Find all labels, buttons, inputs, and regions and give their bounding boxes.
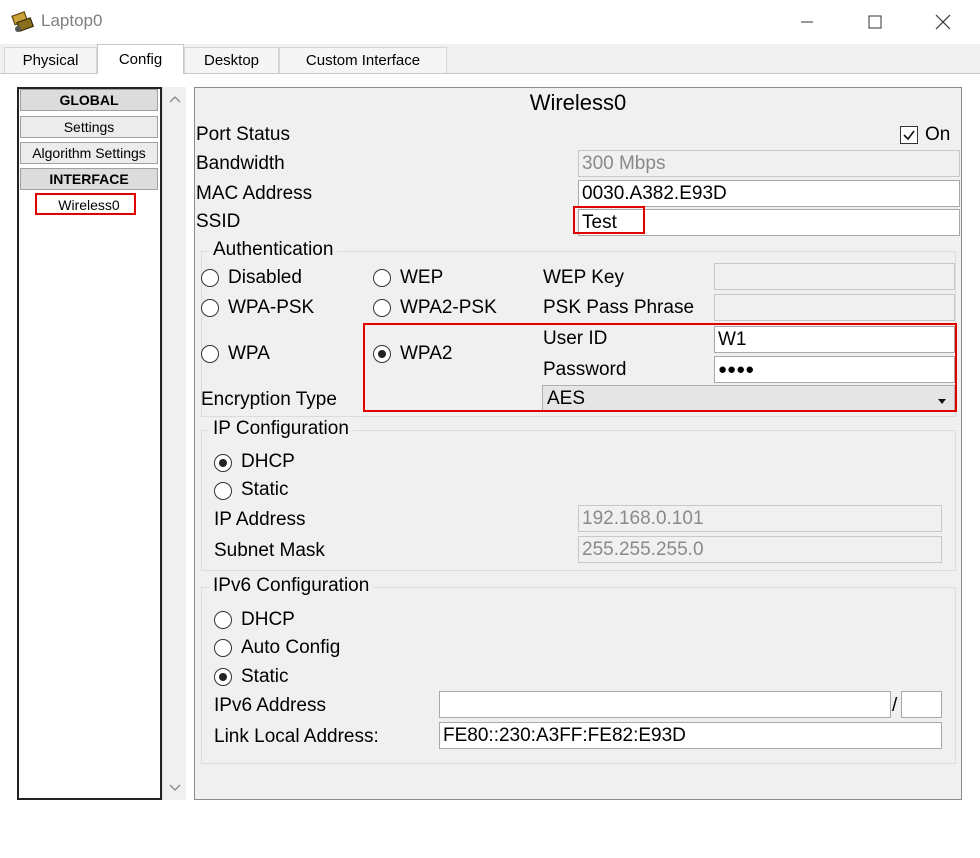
ipv6-address-input[interactable] <box>439 691 891 718</box>
ip-address-label: IP Address <box>214 509 306 530</box>
mac-address-input[interactable]: 0030.A382.E93D <box>578 180 960 207</box>
password-input[interactable]: ●●●● <box>714 356 955 383</box>
bandwidth-field: 300 Mbps <box>578 150 960 177</box>
window-title: Laptop0 <box>41 11 103 30</box>
psk-pass-phrase-label: PSK Pass Phrase <box>543 297 695 318</box>
link-local-address-field: FE80::230:A3FF:FE82:E93D <box>439 722 942 749</box>
chevron-down-icon[interactable] <box>936 393 948 411</box>
sidebar-scrollbar[interactable] <box>162 87 186 800</box>
tab-custom-interface[interactable]: Custom Interface <box>279 47 447 73</box>
auth-wpa2-radio[interactable] <box>373 345 391 363</box>
close-button[interactable] <box>920 0 966 44</box>
ip-dhcp-radio[interactable] <box>214 454 232 472</box>
auth-wpa-radio[interactable] <box>201 345 219 363</box>
ipv6-configuration-title: IPv6 Configuration <box>209 575 374 597</box>
ssid-label: SSID <box>196 211 241 232</box>
ipv6-address-label: IPv6 Address <box>214 695 326 716</box>
auth-wep-radio[interactable] <box>373 269 391 287</box>
psk-pass-phrase-input[interactable] <box>714 294 955 321</box>
encryption-type-select[interactable]: AES <box>542 385 955 412</box>
ip-address-input[interactable]: 192.168.0.101 <box>578 505 942 532</box>
ip-configuration-title: IP Configuration <box>209 418 353 440</box>
ipv6-auto-config-radio[interactable] <box>214 639 232 657</box>
subnet-mask-label: Subnet Mask <box>214 540 325 561</box>
scroll-up-icon[interactable] <box>163 87 187 111</box>
user-id-input[interactable]: W1 <box>714 326 955 353</box>
tab-config[interactable]: Config <box>97 44 184 74</box>
auth-wpa-psk-radio[interactable] <box>201 299 219 317</box>
authentication-title: Authentication <box>209 239 338 261</box>
port-status-on-label: On <box>925 124 951 145</box>
link-local-address-label: Link Local Address: <box>214 726 379 747</box>
title-bar <box>0 0 980 44</box>
ipv6-dhcp-label: DHCP <box>241 609 295 630</box>
auth-wep-label: WEP <box>400 267 444 288</box>
ip-static-radio[interactable] <box>214 482 232 500</box>
auth-wpa2-label: WPA2 <box>400 343 453 364</box>
ip-dhcp-label: DHCP <box>241 451 295 472</box>
port-status-checkbox[interactable] <box>900 126 918 144</box>
close-icon <box>935 14 951 30</box>
maximize-button[interactable] <box>852 0 898 44</box>
tab-physical[interactable]: Physical <box>4 47 97 73</box>
bandwidth-label: Bandwidth <box>196 153 285 174</box>
wep-key-label: WEP Key <box>543 267 624 288</box>
laptop-app-icon <box>10 9 36 35</box>
minimize-icon <box>801 21 813 23</box>
ipv6-auto-config-label: Auto Config <box>241 637 341 658</box>
wep-key-input[interactable] <box>714 263 955 290</box>
ipv6-static-label: Static <box>241 666 289 687</box>
ipv6-prefix-separator: / <box>892 695 898 716</box>
encryption-type-label: Encryption Type <box>201 389 337 410</box>
checkmark-icon <box>903 130 915 141</box>
auth-wpa-label: WPA <box>228 343 270 364</box>
sidebar-header-interface[interactable]: INTERFACE <box>20 168 158 190</box>
ipv6-dhcp-radio[interactable] <box>214 611 232 629</box>
auth-wpa-psk-label: WPA-PSK <box>228 297 315 318</box>
ssid-input[interactable]: Test <box>578 209 960 236</box>
sidebar-item-settings[interactable]: Settings <box>20 116 158 138</box>
sidebar-item-algorithm-settings[interactable]: Algorithm Settings <box>20 142 158 164</box>
application-window: Laptop0 Physical Config Desktop Custom I… <box>0 0 980 858</box>
auth-wpa2-psk-radio[interactable] <box>373 299 391 317</box>
sidebar-header-global[interactable]: GLOBAL <box>20 89 158 111</box>
port-status-label: Port Status <box>196 124 290 145</box>
scroll-down-icon[interactable] <box>163 776 187 800</box>
auth-disabled-label: Disabled <box>228 267 302 288</box>
maximize-icon <box>868 15 882 29</box>
subnet-mask-input[interactable]: 255.255.255.0 <box>578 536 942 563</box>
ipv6-static-radio[interactable] <box>214 668 232 686</box>
auth-disabled-radio[interactable] <box>201 269 219 287</box>
panel-title: Wireless0 <box>529 90 627 115</box>
user-id-label: User ID <box>543 328 608 349</box>
mac-address-label: MAC Address <box>196 183 313 204</box>
sidebar-item-wireless0[interactable]: Wireless0 <box>20 194 158 216</box>
ip-static-label: Static <box>241 479 289 500</box>
minimize-button[interactable] <box>784 0 830 44</box>
tab-desktop[interactable]: Desktop <box>184 47 279 73</box>
ipv6-prefix-input[interactable] <box>901 691 942 718</box>
auth-wpa2-psk-label: WPA2-PSK <box>400 297 497 318</box>
password-label: Password <box>543 359 627 380</box>
